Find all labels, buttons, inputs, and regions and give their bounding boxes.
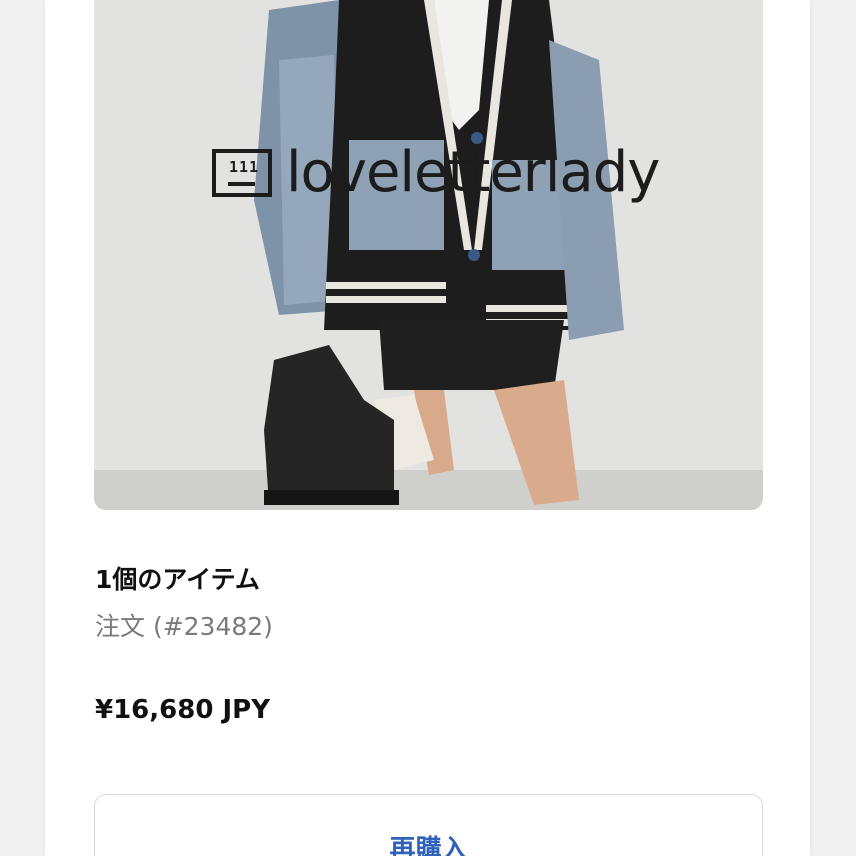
- brand-logo-mark-icon: 111: [212, 149, 272, 197]
- product-photo-illustration: [94, 0, 763, 510]
- product-image[interactable]: 111 loveletterlady: [94, 0, 763, 510]
- item-count: 1個のアイテム: [95, 565, 260, 594]
- rebuy-button-label: 再購入: [389, 835, 468, 856]
- order-card: 111 loveletterlady 1個のアイテム 注文 (#23482) ¥…: [45, 0, 810, 856]
- brand-logo: 111 loveletterlady: [212, 140, 660, 205]
- brand-logo-mark-text: 111: [229, 158, 260, 176]
- order-number: 注文 (#23482): [95, 612, 273, 641]
- brand-logo-text: loveletterlady: [286, 140, 660, 205]
- rebuy-button[interactable]: 再購入: [94, 794, 763, 856]
- order-total: ¥16,680 JPY: [95, 695, 271, 725]
